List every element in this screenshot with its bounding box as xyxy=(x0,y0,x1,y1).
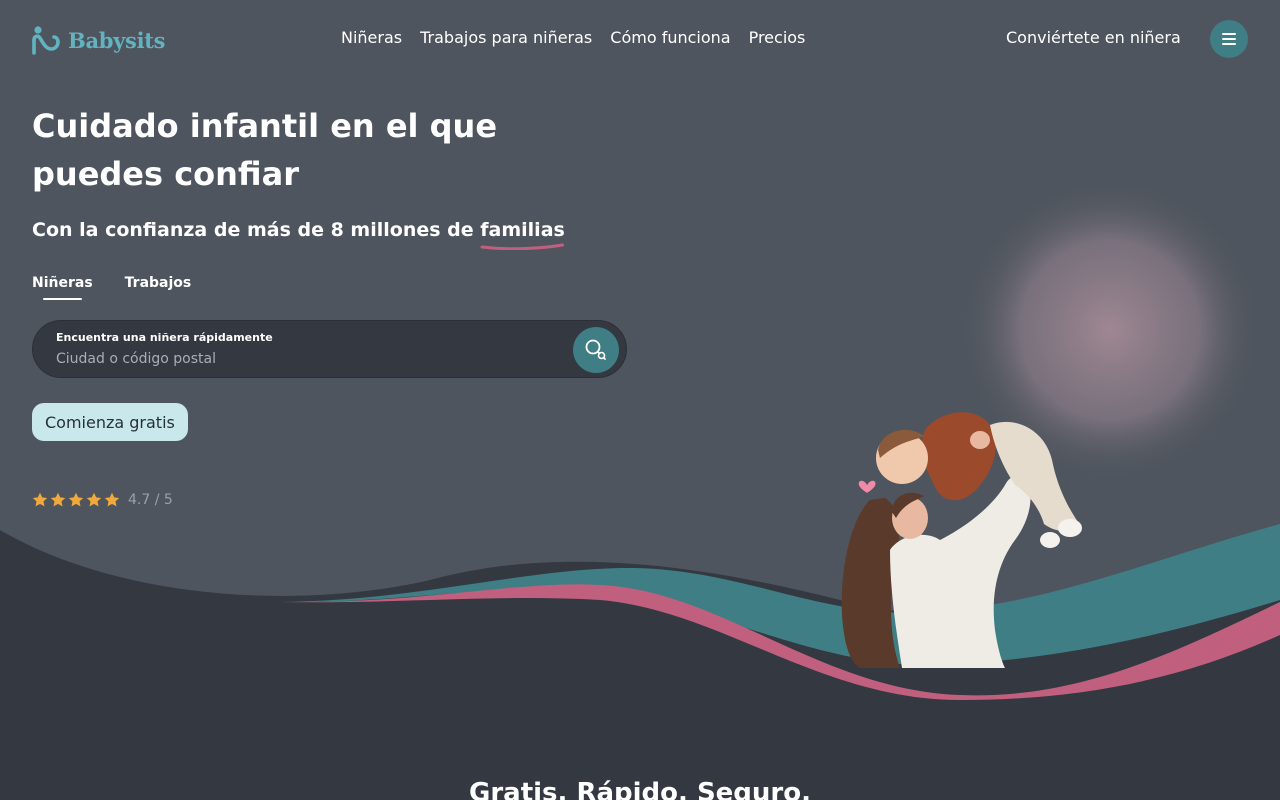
start-free-button[interactable]: Comienza gratis xyxy=(32,403,188,441)
star-icon xyxy=(86,492,102,507)
subheading-prefix: Con la confianza de más de 8 millones de xyxy=(32,219,481,241)
nav-link-babysitting-jobs[interactable]: Trabajos para niñeras xyxy=(420,28,592,48)
nav-link-babysitters[interactable]: Niñeras xyxy=(341,28,402,48)
nav-links: Niñeras Trabajos para niñeras Cómo funci… xyxy=(341,28,805,48)
search-label: Encuentra una niñera rápidamente xyxy=(56,331,273,344)
star-icon xyxy=(68,492,84,507)
section-title: Gratis. Rápido. Seguro. xyxy=(469,778,811,800)
tab-jobs[interactable]: Trabajos xyxy=(125,274,192,300)
subheading-emphasis-text: familias xyxy=(480,219,565,241)
hamburger-icon xyxy=(1222,33,1236,45)
logo-mark-icon xyxy=(32,26,60,55)
become-babysitter-link[interactable]: Conviértete en niñera xyxy=(1006,28,1181,48)
rating-value: 4.7 / 5 xyxy=(128,492,173,508)
star-icon xyxy=(104,492,120,507)
star-icon xyxy=(50,492,66,507)
logo-text: Babysits xyxy=(68,27,166,53)
menu-button[interactable] xyxy=(1210,20,1248,58)
logo[interactable]: Babysits xyxy=(32,24,165,56)
pink-underline xyxy=(480,243,565,250)
search-icon xyxy=(585,339,606,360)
nav-link-pricing[interactable]: Precios xyxy=(749,28,806,48)
page-title: Cuidado infantil en el que puedes confia… xyxy=(32,107,498,193)
hero-family-image xyxy=(841,412,1082,668)
tab-babysitters[interactable]: Niñeras xyxy=(32,274,93,300)
search-tabs: Niñeras Trabajos xyxy=(32,274,191,300)
search-input[interactable] xyxy=(56,349,556,369)
hero-subheading: Con la confianza de más de 8 millones de… xyxy=(32,216,565,250)
subheading-emphasis: familias xyxy=(480,216,565,250)
search-box: Encuentra una niñera rápidamente xyxy=(32,320,627,378)
search-button[interactable] xyxy=(573,327,619,373)
star-icon xyxy=(32,492,48,507)
rating: 4.7 / 5 xyxy=(32,492,173,508)
top-nav: Babysits Niñeras Trabajos para niñeras C… xyxy=(0,0,1280,78)
nav-link-how-it-works[interactable]: Cómo funciona xyxy=(610,28,730,48)
